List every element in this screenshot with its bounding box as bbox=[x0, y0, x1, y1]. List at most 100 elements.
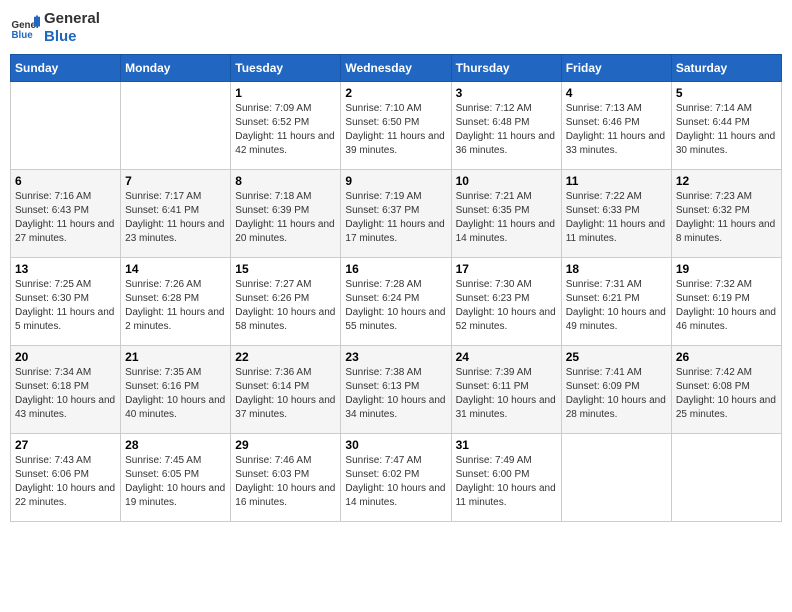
day-info: Sunrise: 7:46 AM Sunset: 6:03 PM Dayligh… bbox=[235, 454, 336, 510]
day-number: 31 bbox=[456, 438, 557, 452]
calendar-day-cell bbox=[121, 82, 231, 170]
day-info: Sunrise: 7:38 AM Sunset: 6:13 PM Dayligh… bbox=[345, 366, 446, 422]
calendar-day-header: Thursday bbox=[451, 55, 561, 82]
calendar-day-cell bbox=[11, 82, 121, 170]
day-info: Sunrise: 7:13 AM Sunset: 6:46 PM Dayligh… bbox=[566, 102, 667, 158]
calendar-day-header: Saturday bbox=[671, 55, 781, 82]
calendar-day-cell: 23 Sunrise: 7:38 AM Sunset: 6:13 PM Dayli… bbox=[341, 346, 451, 434]
calendar-day-cell bbox=[561, 434, 671, 522]
calendar-day-header: Tuesday bbox=[231, 55, 341, 82]
calendar-day-cell: 13 Sunrise: 7:25 AM Sunset: 6:30 PM Dayli… bbox=[11, 258, 121, 346]
calendar-day-header: Friday bbox=[561, 55, 671, 82]
day-info: Sunrise: 7:36 AM Sunset: 6:14 PM Dayligh… bbox=[235, 366, 336, 422]
calendar-day-cell: 27Sunrise: 7:43 AM Sunset: 6:06 PM Dayli… bbox=[11, 434, 121, 522]
calendar-day-cell: 2 Sunrise: 7:10 AM Sunset: 6:50 PM Daylig… bbox=[341, 82, 451, 170]
logo: General Blue General Blue bbox=[10, 10, 100, 46]
day-info: Sunrise: 7:34 AM Sunset: 6:18 PM Dayligh… bbox=[15, 366, 116, 422]
day-info: Sunrise: 7:31 AM Sunset: 6:21 PM Dayligh… bbox=[566, 278, 667, 334]
day-info: Sunrise: 7:25 AM Sunset: 6:30 PM Dayligh… bbox=[15, 278, 116, 334]
calendar-day-cell: 6 Sunrise: 7:16 AM Sunset: 6:43 PM Daylig… bbox=[11, 170, 121, 258]
day-number: 19 bbox=[676, 262, 777, 276]
day-info: Sunrise: 7:23 AM Sunset: 6:32 PM Dayligh… bbox=[676, 190, 777, 246]
day-info: Sunrise: 7:49 AM Sunset: 6:00 PM Dayligh… bbox=[456, 454, 557, 510]
calendar-day-cell: 15Sunrise: 7:27 AM Sunset: 6:26 PM Dayli… bbox=[231, 258, 341, 346]
calendar-day-cell: 3 Sunrise: 7:12 AM Sunset: 6:48 PM Daylig… bbox=[451, 82, 561, 170]
calendar-week-row: 6 Sunrise: 7:16 AM Sunset: 6:43 PM Daylig… bbox=[11, 170, 782, 258]
day-number: 12 bbox=[676, 174, 777, 188]
day-info: Sunrise: 7:10 AM Sunset: 6:50 PM Dayligh… bbox=[345, 102, 446, 158]
calendar-day-cell: 22 Sunrise: 7:36 AM Sunset: 6:14 PM Dayli… bbox=[231, 346, 341, 434]
day-number: 22 bbox=[235, 350, 336, 364]
calendar-day-cell: 21 Sunrise: 7:35 AM Sunset: 6:16 PM Dayli… bbox=[121, 346, 231, 434]
day-info: Sunrise: 7:39 AM Sunset: 6:11 PM Dayligh… bbox=[456, 366, 557, 422]
page-header: General Blue General Blue bbox=[10, 10, 782, 46]
day-info: Sunrise: 7:26 AM Sunset: 6:28 PM Dayligh… bbox=[125, 278, 226, 334]
day-info: Sunrise: 7:16 AM Sunset: 6:43 PM Dayligh… bbox=[15, 190, 116, 246]
day-number: 29 bbox=[235, 438, 336, 452]
day-number: 15 bbox=[235, 262, 336, 276]
day-number: 25 bbox=[566, 350, 667, 364]
day-number: 24 bbox=[456, 350, 557, 364]
day-info: Sunrise: 7:41 AM Sunset: 6:09 PM Dayligh… bbox=[566, 366, 667, 422]
calendar-day-cell: 24 Sunrise: 7:39 AM Sunset: 6:11 PM Dayli… bbox=[451, 346, 561, 434]
day-number: 3 bbox=[456, 86, 557, 100]
calendar-day-header: Monday bbox=[121, 55, 231, 82]
calendar-day-cell: 8Sunrise: 7:18 AM Sunset: 6:39 PM Daylig… bbox=[231, 170, 341, 258]
calendar-day-cell: 5 Sunrise: 7:14 AM Sunset: 6:44 PM Daylig… bbox=[671, 82, 781, 170]
day-number: 10 bbox=[456, 174, 557, 188]
day-info: Sunrise: 7:21 AM Sunset: 6:35 PM Dayligh… bbox=[456, 190, 557, 246]
calendar-day-cell: 30Sunrise: 7:47 AM Sunset: 6:02 PM Dayli… bbox=[341, 434, 451, 522]
calendar-day-cell: 12 Sunrise: 7:23 AM Sunset: 6:32 PM Dayli… bbox=[671, 170, 781, 258]
day-info: Sunrise: 7:30 AM Sunset: 6:23 PM Dayligh… bbox=[456, 278, 557, 334]
day-number: 23 bbox=[345, 350, 446, 364]
day-info: Sunrise: 7:35 AM Sunset: 6:16 PM Dayligh… bbox=[125, 366, 226, 422]
day-number: 1 bbox=[235, 86, 336, 100]
calendar-day-cell: 26 Sunrise: 7:42 AM Sunset: 6:08 PM Dayli… bbox=[671, 346, 781, 434]
day-number: 17 bbox=[456, 262, 557, 276]
day-number: 7 bbox=[125, 174, 226, 188]
day-info: Sunrise: 7:28 AM Sunset: 6:24 PM Dayligh… bbox=[345, 278, 446, 334]
day-info: Sunrise: 7:12 AM Sunset: 6:48 PM Dayligh… bbox=[456, 102, 557, 158]
day-number: 2 bbox=[345, 86, 446, 100]
day-info: Sunrise: 7:17 AM Sunset: 6:41 PM Dayligh… bbox=[125, 190, 226, 246]
day-info: Sunrise: 7:32 AM Sunset: 6:19 PM Dayligh… bbox=[676, 278, 777, 334]
day-info: Sunrise: 7:45 AM Sunset: 6:05 PM Dayligh… bbox=[125, 454, 226, 510]
calendar-week-row: 1Sunrise: 7:09 AM Sunset: 6:52 PM Daylig… bbox=[11, 82, 782, 170]
day-number: 26 bbox=[676, 350, 777, 364]
calendar-day-cell: 9Sunrise: 7:19 AM Sunset: 6:37 PM Daylig… bbox=[341, 170, 451, 258]
day-number: 13 bbox=[15, 262, 116, 276]
day-info: Sunrise: 7:47 AM Sunset: 6:02 PM Dayligh… bbox=[345, 454, 446, 510]
day-info: Sunrise: 7:22 AM Sunset: 6:33 PM Dayligh… bbox=[566, 190, 667, 246]
day-number: 5 bbox=[676, 86, 777, 100]
day-info: Sunrise: 7:43 AM Sunset: 6:06 PM Dayligh… bbox=[15, 454, 116, 510]
calendar-day-cell: 20Sunrise: 7:34 AM Sunset: 6:18 PM Dayli… bbox=[11, 346, 121, 434]
logo-blue: Blue bbox=[44, 28, 100, 46]
calendar-day-cell: 16 Sunrise: 7:28 AM Sunset: 6:24 PM Dayli… bbox=[341, 258, 451, 346]
calendar-week-row: 27Sunrise: 7:43 AM Sunset: 6:06 PM Dayli… bbox=[11, 434, 782, 522]
day-info: Sunrise: 7:14 AM Sunset: 6:44 PM Dayligh… bbox=[676, 102, 777, 158]
day-number: 11 bbox=[566, 174, 667, 188]
calendar-body: 1Sunrise: 7:09 AM Sunset: 6:52 PM Daylig… bbox=[11, 82, 782, 522]
calendar-day-cell: 25 Sunrise: 7:41 AM Sunset: 6:09 PM Dayli… bbox=[561, 346, 671, 434]
calendar-day-cell: 28 Sunrise: 7:45 AM Sunset: 6:05 PM Dayli… bbox=[121, 434, 231, 522]
calendar-day-header: Sunday bbox=[11, 55, 121, 82]
day-number: 28 bbox=[125, 438, 226, 452]
day-number: 9 bbox=[345, 174, 446, 188]
day-number: 18 bbox=[566, 262, 667, 276]
calendar-header-row: SundayMondayTuesdayWednesdayThursdayFrid… bbox=[11, 55, 782, 82]
day-number: 16 bbox=[345, 262, 446, 276]
day-number: 6 bbox=[15, 174, 116, 188]
calendar-day-cell: 17 Sunrise: 7:30 AM Sunset: 6:23 PM Dayli… bbox=[451, 258, 561, 346]
calendar-week-row: 20Sunrise: 7:34 AM Sunset: 6:18 PM Dayli… bbox=[11, 346, 782, 434]
day-number: 21 bbox=[125, 350, 226, 364]
logo-general: General bbox=[44, 10, 100, 28]
calendar-day-cell: 19 Sunrise: 7:32 AM Sunset: 6:19 PM Dayli… bbox=[671, 258, 781, 346]
calendar-day-cell: 11 Sunrise: 7:22 AM Sunset: 6:33 PM Dayli… bbox=[561, 170, 671, 258]
calendar-day-cell bbox=[671, 434, 781, 522]
svg-text:Blue: Blue bbox=[12, 30, 34, 41]
calendar-day-cell: 1Sunrise: 7:09 AM Sunset: 6:52 PM Daylig… bbox=[231, 82, 341, 170]
day-info: Sunrise: 7:42 AM Sunset: 6:08 PM Dayligh… bbox=[676, 366, 777, 422]
day-number: 14 bbox=[125, 262, 226, 276]
calendar-day-cell: 18 Sunrise: 7:31 AM Sunset: 6:21 PM Dayli… bbox=[561, 258, 671, 346]
calendar-day-cell: 10 Sunrise: 7:21 AM Sunset: 6:35 PM Dayli… bbox=[451, 170, 561, 258]
